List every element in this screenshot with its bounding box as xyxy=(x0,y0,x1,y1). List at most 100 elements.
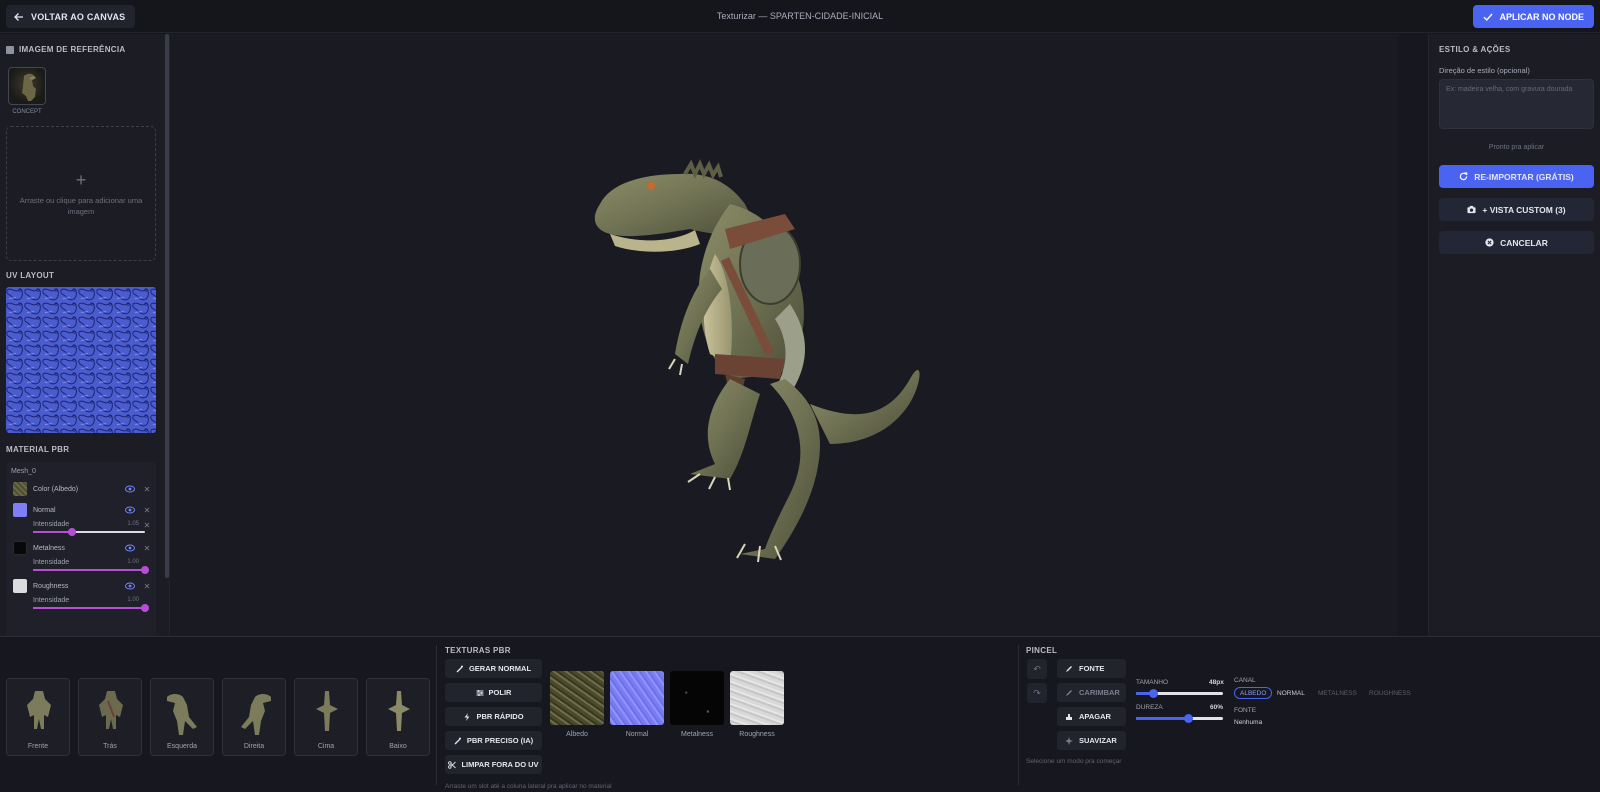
material-name: Metalness xyxy=(33,544,65,552)
view-card-right[interactable]: Direita xyxy=(222,678,286,756)
remove-icon[interactable]: ✕ xyxy=(143,485,151,494)
source-label: FONTE xyxy=(1234,707,1257,714)
intensity-handle[interactable] xyxy=(141,604,149,612)
left-scrollbar[interactable] xyxy=(165,34,169,578)
intensity-label: Intensidade xyxy=(33,521,70,528)
texture-slot-metalness[interactable]: Metalness xyxy=(670,671,724,738)
size-label: TAMANHO xyxy=(1136,679,1169,686)
channel-metalness[interactable]: METALNESS xyxy=(1313,687,1362,699)
textures-hint: Arraste um slot até a coluna lateral pra… xyxy=(445,783,612,790)
precise-pbr-button[interactable]: PBR PRECISO (IA) xyxy=(445,731,542,750)
hardness-handle[interactable] xyxy=(1184,714,1194,723)
intensity-label: Intensidade xyxy=(33,559,70,566)
fast-pbr-label: PBR RÁPIDO xyxy=(476,712,524,721)
channel-albedo[interactable]: ALBEDO xyxy=(1234,687,1273,699)
mode-label: SUAVIZAR xyxy=(1079,736,1117,745)
size-handle[interactable] xyxy=(1149,689,1159,698)
brush-mode-smooth[interactable]: SUAVIZAR xyxy=(1057,731,1126,750)
remove-icon[interactable]: ✕ xyxy=(143,582,151,591)
hardness-fill xyxy=(1136,717,1189,720)
roughness-swatch[interactable] xyxy=(13,579,27,593)
style-direction-input[interactable] xyxy=(1439,79,1594,129)
view-card-left[interactable]: Esquerda xyxy=(150,678,214,756)
uv-section-title: UV LAYOUT xyxy=(6,271,55,280)
right-sidebar: ESTILO & AÇÕES Direção de estilo (opcion… xyxy=(1428,34,1600,636)
reimport-button[interactable]: RE-IMPORTAR (GRÁTIS) xyxy=(1439,165,1594,188)
material-section-title: MATERIAL PBR xyxy=(6,445,70,454)
roughness-map xyxy=(730,671,784,725)
material-name: Color (Albedo) xyxy=(33,485,79,493)
cancel-button[interactable]: CANCELAR xyxy=(1439,231,1594,254)
hardness-label: DUREZA xyxy=(1136,704,1163,711)
texture-slot-normal[interactable]: Normal xyxy=(610,671,664,738)
intensity-value: 1.00 xyxy=(127,559,139,565)
concept-label: CONCEPT xyxy=(12,109,42,115)
view-card-top[interactable]: Cima xyxy=(294,678,358,756)
undo-icon: ↶ xyxy=(1033,663,1041,674)
albedo-map xyxy=(550,671,604,725)
normal-map xyxy=(610,671,664,725)
cancel-label: CANCELAR xyxy=(1500,237,1548,248)
intensity-slider[interactable] xyxy=(33,528,145,536)
reference-title-text: IMAGEM DE REFERÊNCIA xyxy=(19,45,126,54)
intensity-slider[interactable] xyxy=(33,566,149,574)
top-view-figure xyxy=(316,691,338,731)
intensity-fill xyxy=(33,531,73,533)
3d-viewport[interactable] xyxy=(170,34,1398,636)
texture-slot-albedo[interactable]: Albedo xyxy=(550,671,604,738)
texture-label: Normal xyxy=(625,731,649,738)
remove-icon[interactable]: ✕ xyxy=(143,506,151,515)
camera-icon xyxy=(1467,205,1476,214)
refresh-icon xyxy=(1460,172,1468,181)
eye-icon[interactable] xyxy=(125,582,135,590)
reference-dropzone[interactable]: + Arraste ou clique para adicionar uma i… xyxy=(6,126,156,261)
material-name: Roughness xyxy=(33,582,69,590)
intensity-slider[interactable] xyxy=(33,604,149,612)
polish-label: POLIR xyxy=(488,688,512,697)
size-slider[interactable] xyxy=(1136,689,1223,698)
clean-outside-uv-label: LIMPAR FORA DO UV xyxy=(461,760,539,769)
view-label: Trás xyxy=(103,743,117,750)
texture-label: Albedo xyxy=(566,731,588,738)
albedo-swatch[interactable] xyxy=(13,482,27,496)
brush-icon xyxy=(1066,689,1072,696)
concept-thumbnail[interactable] xyxy=(8,67,46,105)
brush-mode-erase[interactable]: APAGAR xyxy=(1057,707,1126,726)
fast-pbr-button[interactable]: PBR RÁPIDO xyxy=(445,707,542,726)
view-card-front[interactable]: Frente xyxy=(6,678,70,756)
view-card-back[interactable]: Trás xyxy=(78,678,142,756)
texture-slot-roughness[interactable]: Roughness xyxy=(730,671,784,738)
eye-icon[interactable] xyxy=(125,506,135,514)
material-row-metalness: Metalness ✕ xyxy=(13,541,151,555)
polish-button[interactable]: POLIR xyxy=(445,683,542,702)
channel-roughness[interactable]: ROUGHNESS xyxy=(1364,687,1416,699)
scissors-icon xyxy=(448,760,457,769)
divider xyxy=(436,645,437,785)
metalness-swatch[interactable] xyxy=(13,541,27,555)
eye-icon[interactable] xyxy=(125,485,135,493)
texture-label: Metalness xyxy=(681,731,713,738)
reset-icon[interactable]: ✕ xyxy=(143,521,151,530)
wand-icon xyxy=(456,665,463,672)
intensity-handle[interactable] xyxy=(68,528,77,536)
undo-button[interactable]: ↶ xyxy=(1027,659,1047,679)
brush-mode-source[interactable]: FONTE xyxy=(1057,659,1126,678)
eye-icon[interactable] xyxy=(125,544,135,552)
mode-label: CARIMBAR xyxy=(1079,688,1120,697)
hardness-slider[interactable] xyxy=(1136,714,1223,723)
wand-icon xyxy=(454,737,461,744)
generate-normal-button[interactable]: GERAR NORMAL xyxy=(445,659,542,678)
hardness-value: 60% xyxy=(1209,704,1223,711)
normal-swatch[interactable] xyxy=(13,503,27,517)
apply-to-node-button[interactable]: APLICAR NO NODE xyxy=(1473,5,1594,28)
size-value: 48px xyxy=(1209,679,1224,686)
clean-outside-uv-button[interactable]: LIMPAR FORA DO UV xyxy=(445,755,542,774)
remove-icon[interactable]: ✕ xyxy=(143,544,151,553)
view-card-bottom[interactable]: Baixo xyxy=(366,678,430,756)
check-icon xyxy=(1483,13,1494,21)
custom-view-button[interactable]: + VISTA CUSTOM (3) xyxy=(1439,198,1594,221)
channel-normal[interactable]: NORMAL xyxy=(1272,687,1310,699)
redo-button[interactable]: ↷ xyxy=(1027,683,1047,703)
brush-mode-stamp[interactable]: CARIMBAR xyxy=(1057,683,1126,702)
intensity-handle[interactable] xyxy=(141,566,149,574)
